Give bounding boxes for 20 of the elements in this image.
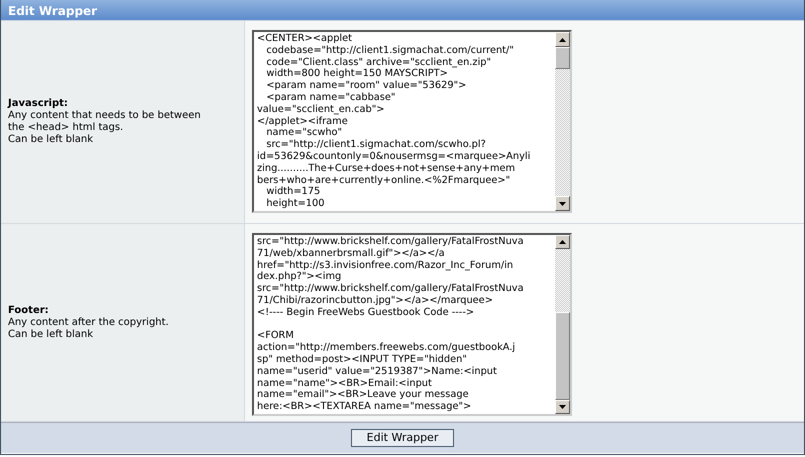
edit-wrapper-button[interactable]: Edit Wrapper	[350, 429, 454, 447]
scroll-up-button[interactable]	[555, 235, 570, 250]
field-description: Any content after the copyright. Can be left blank	[8, 316, 170, 340]
scrollbar[interactable]	[555, 32, 570, 211]
scroll-thumb[interactable]	[555, 312, 570, 400]
field-label: Javascript:	[8, 98, 69, 110]
up-arrow-icon	[559, 240, 566, 244]
code-textarea[interactable]: src="http://www.brickshelf.com/gallery/FatalFrostNuva 71/web/xbannerbrsmall.gif"></a></a href="http://s3.invisionfree.com/Razor_Inc_Forum/in dex.php?"><img src="http://www.brickshelf.com/gallery/FatalFrostNuva 71/Chibi/razorincbutton.jpg"></a></marquee> <!---- Begin FreeWebs Guestbook Code ----> <FORM action="http://members.freewebs.com/guestbookA.j sp" method=post><INPUT TYPE="hidden" name="userid" value="2519387">Name:<input name="name"><BR>Email:<input name="email"><BR>Leave your message here:<BR><TEXTAREA name="message">	[252, 233, 572, 416]
scroll-down-button[interactable]	[555, 196, 570, 211]
scroll-up-button[interactable]	[555, 32, 570, 47]
panel-title: Edit Wrapper	[1, 0, 804, 21]
scroll-down-button[interactable]	[555, 400, 570, 414]
scrollbar[interactable]	[555, 235, 570, 414]
down-arrow-icon	[559, 404, 566, 409]
down-arrow-icon	[559, 202, 566, 206]
code-textarea[interactable]: <CENTER><applet codebase="http://client1.sigmachat.com/current/" code="Client.class" archive="scclient_en.zip" width=800 height=150 MAYSCRIPT> <param name="room" value="53629"> <param name="cabbase" value="scclient_en.cab"> </applet><iframe name="scwho" src="http://client1.sigmachat.com/scwho.pl? id=53629&countonly=0&nousermsg=<marquee>Anyli zing..........The+Curse+does+not+sense+any+mem bers+who+are+currently+online.<%2Fmarquee>" width=175 height=100	[252, 30, 572, 213]
field-label: Footer:	[8, 304, 50, 316]
up-arrow-icon	[559, 38, 566, 42]
field-description: Any content that needs to be between the <head> html tags. Can be left blank	[8, 110, 202, 146]
scroll-thumb[interactable]	[555, 47, 570, 69]
